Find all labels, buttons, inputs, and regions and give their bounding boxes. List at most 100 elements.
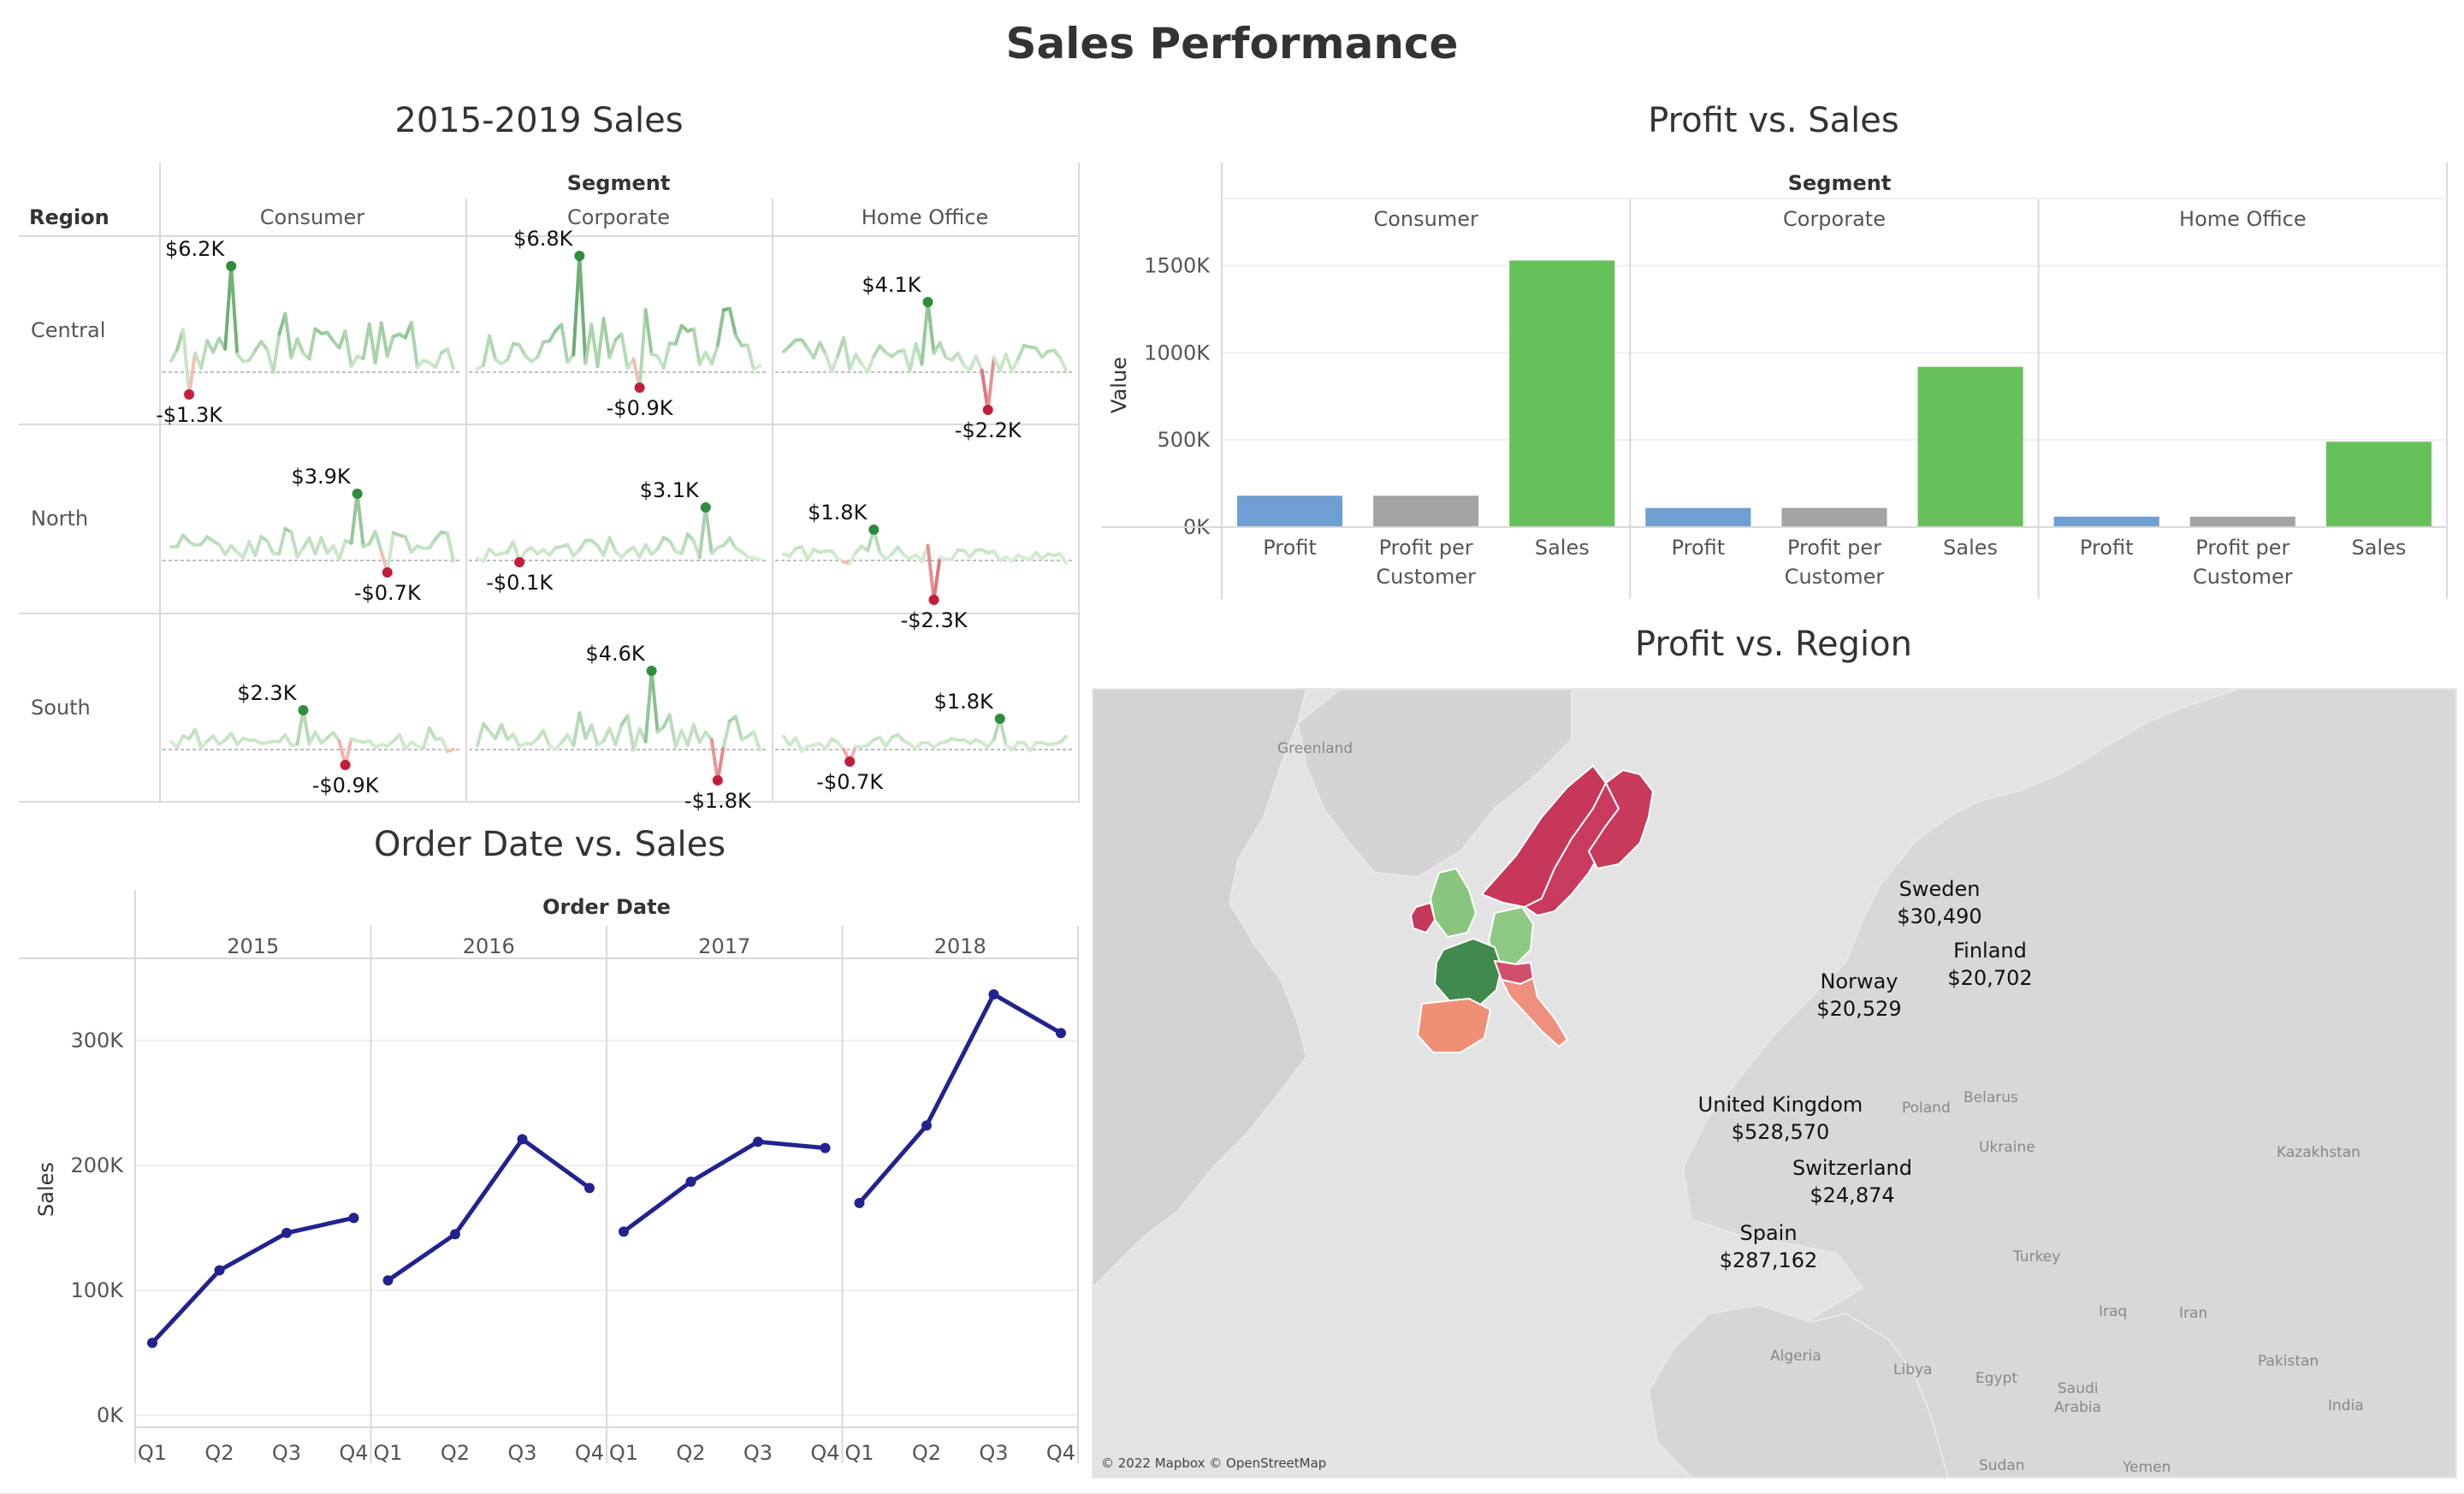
sparkline-segment xyxy=(685,723,696,747)
map-label-switzerland[interactable]: Switzerland $24,874 xyxy=(1767,1154,1938,1209)
sparkline-segment xyxy=(445,347,455,371)
sparkline-segment xyxy=(349,492,359,545)
min-point xyxy=(982,405,993,415)
basemap-label-poland: Poland xyxy=(1902,1100,1951,1117)
map-attribution[interactable]: © 2022 Mapbox © OpenStreetMap xyxy=(1101,1455,1326,1471)
basemap-label-arabia: Arabia xyxy=(2054,1399,2101,1416)
sparkline-segment xyxy=(637,542,648,559)
x-tick-label: Q4 xyxy=(810,1441,839,1465)
sparkline-segment xyxy=(337,539,347,561)
y-tick-label: 1500K xyxy=(1144,254,1211,278)
data-point xyxy=(147,1337,157,1349)
map-label-finland[interactable]: Finland $20,702 xyxy=(1934,937,2046,992)
bar xyxy=(1781,507,1887,527)
sparkline-segment xyxy=(709,738,720,782)
sparkline-segment xyxy=(482,334,492,368)
sparkline-segment xyxy=(223,264,234,351)
sparkline-segment xyxy=(631,726,642,752)
basemap-label-sudan: Sudan xyxy=(1979,1457,2025,1474)
group-header: Home Office xyxy=(2179,207,2307,231)
ireland-shape[interactable] xyxy=(1409,901,1436,934)
united-kingdom-shape[interactable] xyxy=(1429,867,1478,939)
x-tick-label: Q4 xyxy=(1046,1441,1075,1465)
sparkline-segment xyxy=(649,669,660,734)
basemap-label-iraq: Iraq xyxy=(2099,1303,2128,1320)
min-label: -$0.7K xyxy=(816,770,884,794)
sparkline-segment xyxy=(560,323,570,365)
data-point xyxy=(382,1275,394,1286)
spain-shape[interactable] xyxy=(1416,997,1492,1053)
country-value: $528,570 xyxy=(1731,1120,1830,1144)
sparkline-segment xyxy=(715,308,726,347)
x-category-label: Customer xyxy=(1785,565,1885,589)
sparkline-segment xyxy=(518,343,528,358)
basemap-label-iran: Iran xyxy=(2179,1305,2208,1322)
min-point xyxy=(184,389,195,400)
sparkline-segment xyxy=(367,322,377,365)
min-point xyxy=(514,557,525,567)
y-axis-label: Sales xyxy=(34,1162,58,1217)
sparkline-segment xyxy=(1010,357,1020,373)
sparkline-segment xyxy=(655,536,666,551)
sparkline-segment xyxy=(583,323,594,365)
sparkline-segment xyxy=(373,530,383,554)
basemap-label-pakistan: Pakistan xyxy=(2258,1353,2319,1370)
sparkline-segment xyxy=(1004,353,1014,373)
sparkline-segment xyxy=(697,506,708,560)
sparkline-segment xyxy=(691,723,702,744)
country-value: $20,529 xyxy=(1816,997,1902,1021)
x-tick-label: Q4 xyxy=(339,1441,368,1465)
map-panel[interactable]: Greenland Poland Belarus Ukraine Kazakhs… xyxy=(1092,688,2457,1479)
x-tick-label: Q3 xyxy=(743,1441,773,1465)
sparkline-segment xyxy=(745,343,755,371)
sparkline-segment xyxy=(313,536,323,556)
basemap-label-turkey: Turkey xyxy=(2013,1248,2061,1266)
france-shape[interactable] xyxy=(1433,937,1503,1009)
basemap-label-libya: Libya xyxy=(1893,1361,1933,1378)
sparkline-segment xyxy=(643,669,654,744)
y-tick-label: 1000K xyxy=(1144,341,1211,365)
map-label-united-kingdom[interactable]: United Kingdom $528,570 xyxy=(1678,1091,1883,1146)
country-name: Finland xyxy=(1953,939,2027,963)
max-point xyxy=(352,489,363,499)
sparkline-segment xyxy=(727,306,737,337)
sparkline-segment xyxy=(830,354,840,373)
bar xyxy=(2325,442,2431,527)
map-label-spain[interactable]: Spain $287,162 xyxy=(1700,1219,1837,1274)
italy-shape[interactable] xyxy=(1500,976,1569,1048)
sparkline-segment xyxy=(295,708,305,746)
sparkline-segment xyxy=(476,721,486,748)
sparkline-segment xyxy=(277,526,287,556)
y-tick-label: 100K xyxy=(70,1278,124,1302)
min-point xyxy=(928,595,939,605)
sparkline-segment xyxy=(920,300,930,366)
x-category-label: Profit per xyxy=(1379,536,1473,560)
data-point xyxy=(584,1183,595,1194)
x-tick-label: Q2 xyxy=(912,1441,941,1465)
sparkline-segment xyxy=(601,317,612,359)
sparkline-segment xyxy=(589,723,600,747)
max-label: $1.8K xyxy=(934,690,994,714)
sparkline-segment xyxy=(289,530,299,559)
sparkline-segment xyxy=(385,531,395,574)
map-label-sweden[interactable]: Sweden $30,490 xyxy=(1880,875,1999,930)
max-label: $4.1K xyxy=(862,273,921,297)
country-name: Spain xyxy=(1739,1221,1798,1245)
sparkline-segment xyxy=(253,535,264,557)
year-header: 2015 xyxy=(227,934,279,958)
sparkline-segment xyxy=(409,320,419,370)
map-label-norway[interactable]: Norway $20,529 xyxy=(1799,968,1919,1023)
basemap-label-greenland: Greenland xyxy=(1277,740,1353,757)
sparkline-segment xyxy=(721,719,732,748)
x-category-label: Customer xyxy=(1376,565,1476,589)
sparkline-segment xyxy=(289,337,299,359)
sparkline-segment xyxy=(229,264,240,356)
sparkline-segment xyxy=(548,329,558,343)
max-label: $1.8K xyxy=(808,501,868,525)
min-label: -$1.3K xyxy=(156,403,223,427)
sparkline-segment xyxy=(169,347,180,363)
sparkline-segment xyxy=(355,492,365,548)
sparkline-segment xyxy=(715,744,726,782)
x-category-label: Profit per xyxy=(2195,536,2289,560)
sparkline-segment xyxy=(974,354,984,372)
